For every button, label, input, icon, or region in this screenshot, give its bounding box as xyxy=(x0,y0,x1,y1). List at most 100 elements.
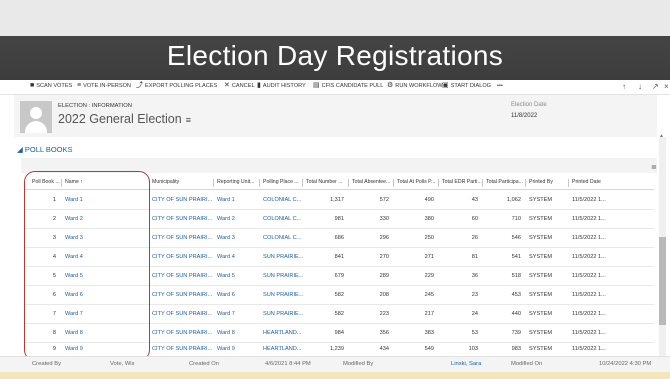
cell-municipality-link[interactable]: CITY OF SUN PRAIRI... xyxy=(152,191,212,209)
column-separator xyxy=(302,179,303,187)
cell-reporting-unit-link[interactable]: Ward 1 xyxy=(217,191,235,209)
cell-name-link[interactable]: Ward 4 xyxy=(65,248,83,266)
cell-name-link[interactable]: Ward 3 xyxy=(65,229,83,247)
cell-polling-place-link[interactable]: COLONIAL C... xyxy=(263,210,301,228)
arrow-down-icon[interactable]: ↓ xyxy=(638,82,642,91)
poll-books-section-title[interactable]: ◢ POLL BOOKS xyxy=(17,145,73,154)
cell-total-edr: 36 xyxy=(471,273,478,279)
column-header-printed-by[interactable]: Printed By xyxy=(529,179,553,185)
cell-polling-place-link[interactable]: COLONIAL C... xyxy=(263,191,301,209)
column-header-total-absentee[interactable]: Total Absentee... xyxy=(352,179,390,185)
grid-toolbar xyxy=(21,158,657,173)
cell-total-edr: 43 xyxy=(471,197,478,203)
cell-total-participation: 710 xyxy=(511,216,521,222)
cell-reporting-unit-link[interactable]: Ward 4 xyxy=(217,248,235,266)
table-row[interactable]: 2 Ward 2 CITY OF SUN PRAIRI... Ward 2 CO… xyxy=(0,210,660,228)
cell-total-edr: 24 xyxy=(471,311,478,317)
cancel-button[interactable]: ✕ CANCEL xyxy=(224,82,255,89)
form-selector-icon[interactable]: ≡ xyxy=(186,115,191,125)
table-row[interactable]: 5 Ward 5 CITY OF SUN PRAIRI... Ward 5 SU… xyxy=(0,267,660,285)
column-separator xyxy=(213,179,214,187)
arrow-up-icon[interactable]: ↑ xyxy=(622,82,626,91)
header-divider xyxy=(24,189,654,190)
cell-total-absentee: 270 xyxy=(379,254,389,260)
workflow-icon: ⚙ xyxy=(387,82,394,89)
column-header-printed-date[interactable]: Printed Date xyxy=(572,179,601,185)
scrollbar-thumb[interactable] xyxy=(659,237,666,325)
cell-reporting-unit-link[interactable]: Ward 2 xyxy=(217,210,235,228)
cell-total-at-polls: 245 xyxy=(424,292,434,298)
grid-column-headers: Poll Book ... Name ↑ Municipality Report… xyxy=(0,179,660,188)
cell-municipality-link[interactable]: CITY OF SUN PRAIRI... xyxy=(152,248,212,266)
grid-menu-icon[interactable]: ≣ xyxy=(651,163,657,171)
start-dialog-button[interactable]: ▣ START DIALOG xyxy=(442,82,491,89)
cell-name-link[interactable]: Ward 6 xyxy=(65,286,83,304)
audit-history-button[interactable]: ▮ AUDIT HISTORY xyxy=(257,82,306,89)
column-header-municipality[interactable]: Municipality xyxy=(152,179,179,185)
bar-chart-icon: ▮ xyxy=(257,82,261,89)
list-icon: ≡ xyxy=(77,82,82,89)
cell-municipality-link[interactable]: CITY OF SUN PRAIRI... xyxy=(152,229,212,247)
column-header-total-number[interactable]: Total Number ... xyxy=(306,179,343,185)
cell-polling-place-link[interactable]: SUN PRAIRIE... xyxy=(263,267,303,285)
modified-on-value: 10/24/2022 4:30 PM xyxy=(599,361,652,367)
column-separator xyxy=(568,179,569,187)
created-on-label: Created On xyxy=(189,361,219,367)
cell-municipality-link[interactable]: CITY OF SUN PRAIRI... xyxy=(152,305,212,323)
cell-poll-book: 5 xyxy=(52,273,56,279)
cell-municipality-link[interactable]: CITY OF SUN PRAIRI... xyxy=(152,286,212,304)
table-row[interactable]: 7 Ward 7 CITY OF SUN PRAIRI... Ward 7 SU… xyxy=(0,305,660,323)
column-header-total-participation[interactable]: Total Participa... xyxy=(486,179,523,185)
column-separator xyxy=(393,179,394,187)
cell-polling-place-link[interactable]: SUN PRAIRIE... xyxy=(263,286,303,304)
cell-poll-book: 2 xyxy=(52,216,56,222)
vote-in-person-button[interactable]: ≡ VOTE IN-PERSON xyxy=(77,82,131,89)
table-row[interactable]: 1 Ward 1 CITY OF SUN PRAIRI... Ward 1 CO… xyxy=(0,191,660,209)
cell-total-number: 686 xyxy=(334,235,344,241)
modified-by-label: Modified By xyxy=(343,361,374,367)
election-date-label: Election Date xyxy=(511,102,547,108)
column-separator xyxy=(482,179,483,187)
cell-reporting-unit-link[interactable]: Ward 6 xyxy=(217,286,235,304)
cell-name-link[interactable]: Ward 5 xyxy=(65,267,83,285)
cell-polling-place-link[interactable]: COLONIAL C... xyxy=(263,229,301,247)
column-header-reporting-unit[interactable]: Reporting Unit... xyxy=(217,179,254,185)
column-separator xyxy=(348,179,349,187)
cell-polling-place-link[interactable]: SUN PRAIRIE... xyxy=(263,305,303,323)
cell-polling-place-link[interactable]: SUN PRAIRIE... xyxy=(263,248,303,266)
cfis-candidate-pull-button[interactable]: ▤ CFIS CANDIDATE PULL xyxy=(313,82,383,89)
column-header-poll-book[interactable]: Poll Book ... xyxy=(32,179,60,185)
cell-poll-book: 6 xyxy=(52,292,56,298)
cell-printed-date: 11/5/2022 1... xyxy=(572,292,606,298)
export-polling-places-button[interactable]: ⤴ EXPORT POLLING PLACES xyxy=(136,82,217,89)
run-workflow-button[interactable]: ⚙ RUN WORKFLOW xyxy=(387,82,443,89)
popout-icon[interactable]: ↗ xyxy=(652,82,659,91)
cell-municipality-link[interactable]: CITY OF SUN PRAIRI... xyxy=(152,210,212,228)
cell-reporting-unit-link[interactable]: Ward 5 xyxy=(217,267,235,285)
cell-reporting-unit-link[interactable]: Ward 7 xyxy=(217,305,235,323)
cell-poll-book: 4 xyxy=(52,254,56,260)
entity-label: ELECTION : INFORMATION xyxy=(58,103,132,109)
modified-by-value[interactable]: Linski, Sara xyxy=(451,361,481,367)
scan-votes-button[interactable]: ■ SCAN VOTES xyxy=(30,82,72,89)
more-commands-button[interactable]: ••• xyxy=(497,83,503,89)
close-icon[interactable]: × xyxy=(664,82,669,91)
cell-poll-book: 1 xyxy=(52,197,56,203)
column-header-name[interactable]: Name ↑ xyxy=(65,179,83,185)
cell-reporting-unit-link[interactable]: Ward 3 xyxy=(217,229,235,247)
column-header-total-at-polls[interactable]: Total At Polls P... xyxy=(397,179,435,185)
column-header-polling-place[interactable]: Polling Place ... xyxy=(263,179,299,185)
table-row[interactable]: 3 Ward 3 CITY OF SUN PRAIRI... Ward 3 CO… xyxy=(0,229,660,247)
table-row[interactable]: 6 Ward 6 CITY OF SUN PRAIRI... Ward 6 SU… xyxy=(0,286,660,304)
table-row[interactable]: 4 Ward 4 CITY OF SUN PRAIRI... Ward 4 SU… xyxy=(0,248,660,266)
modified-on-label: Modified On xyxy=(511,361,543,367)
record-title: 2022 General Election ≡ xyxy=(58,112,191,126)
cell-name-link[interactable]: Ward 7 xyxy=(65,305,83,323)
cell-name-link[interactable]: Ward 2 xyxy=(65,210,83,228)
column-header-total-edr[interactable]: Total EDR Parti... xyxy=(442,179,482,185)
scroll-up-arrow-icon[interactable]: ▲ xyxy=(659,133,664,139)
cell-name-link[interactable]: Ward 1 xyxy=(65,191,83,209)
column-separator xyxy=(438,179,439,187)
cell-municipality-link[interactable]: CITY OF SUN PRAIRI... xyxy=(152,267,212,285)
table-row[interactable]: 9 Ward 9 CITY OF SUN PRAIRI... Ward 9 HE… xyxy=(0,336,660,354)
